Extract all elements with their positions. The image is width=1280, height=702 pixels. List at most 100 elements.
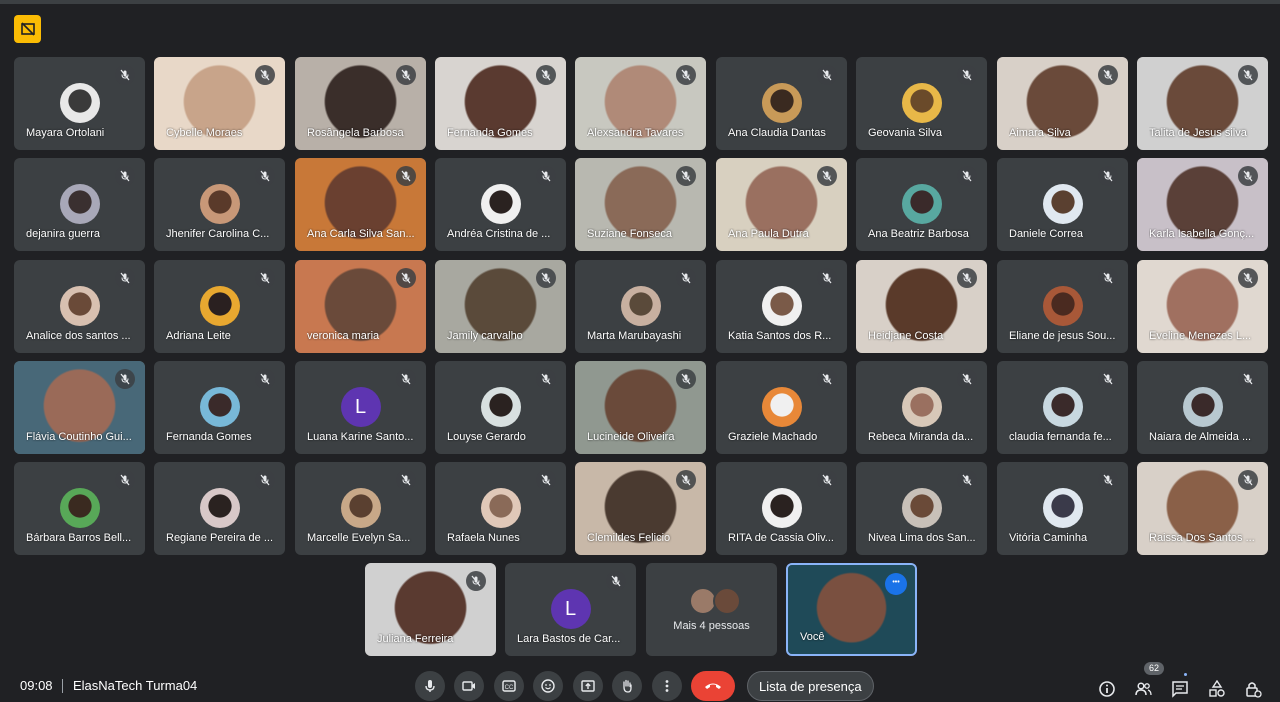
info-icon[interactable] (1097, 679, 1117, 699)
participant-tile[interactable]: Katia Santos dos R... (716, 260, 847, 353)
participant-tile[interactable]: Alexsandra Tavares (575, 57, 706, 150)
mic-muted-icon (115, 65, 135, 85)
participant-name: Mayara Ortolani (26, 127, 105, 139)
emoji-button[interactable] (533, 671, 563, 701)
mic-muted-icon (817, 268, 837, 288)
participant-tile[interactable]: Analice dos santos ... (14, 260, 145, 353)
avatar (761, 286, 802, 326)
participant-tile[interactable]: Ana Beatriz Barbosa (856, 158, 987, 251)
mic-muted-icon (676, 166, 696, 186)
mic-muted-icon (466, 571, 486, 591)
mic-muted-icon (957, 369, 977, 389)
participant-tile[interactable]: Ana Claudia Dantas (716, 57, 847, 150)
participant-tile[interactable]: Fernanda Gomes (435, 57, 566, 150)
participant-tile[interactable]: Lucineide Oliveira (575, 361, 706, 454)
participant-tile[interactable]: Eliane de jesus Sou... (997, 260, 1128, 353)
participant-tile[interactable]: Karla Isabella Gonç... (1137, 158, 1268, 251)
participant-tile[interactable]: Suziane Fonseca (575, 158, 706, 251)
avatar (1042, 488, 1083, 528)
participant-tile[interactable]: claudia fernanda fe... (997, 361, 1128, 454)
participant-tile[interactable]: Eveline Menezes L... (1137, 260, 1268, 353)
mic-muted-icon (676, 369, 696, 389)
participant-tile[interactable]: Nivea Lima dos San... (856, 462, 987, 555)
participant-tile[interactable]: Adriana Leite (154, 260, 285, 353)
participant-tile[interactable]: Ana Carla Silva San... (295, 158, 426, 251)
participant-tile[interactable]: Clemildes Felicio (575, 462, 706, 555)
more-options-button[interactable] (652, 671, 682, 701)
participant-name: Luana Karine Santo... (307, 431, 414, 443)
avatar (1182, 387, 1223, 427)
participant-tile[interactable]: Rosângela Barbosa (295, 57, 426, 150)
mic-button[interactable] (415, 671, 445, 701)
participant-tile[interactable]: ••• Você (786, 563, 917, 656)
attendance-list-label: Lista de presença (759, 678, 862, 694)
participant-name: Bárbara Barros Bell... (26, 532, 132, 544)
participant-tile[interactable]: Aimara Silva (997, 57, 1128, 150)
chat-notification-dot (1184, 673, 1187, 676)
participant-tile[interactable]: Ana Paula Dutra (716, 158, 847, 251)
camera-button[interactable] (454, 671, 484, 701)
activities-icon[interactable] (1207, 679, 1227, 699)
end-call-button[interactable] (691, 671, 735, 701)
present-button[interactable] (573, 671, 603, 701)
more-options-icon (665, 680, 669, 692)
participant-tile[interactable]: Talita de Jesus silva (1137, 57, 1268, 150)
participant-tile[interactable]: Marcelle Evelyn Sa... (295, 462, 426, 555)
participant-tile[interactable]: Fernanda Gomes (154, 361, 285, 454)
participant-name: Flávia Coutinho Gui... (26, 431, 132, 443)
participant-name: Ana Carla Silva San... (307, 228, 415, 240)
attendance-list-button[interactable]: Lista de presença (747, 671, 874, 701)
tile-options-button[interactable]: ••• (885, 573, 907, 595)
participant-tile[interactable]: Louyse Gerardo (435, 361, 566, 454)
participant-tile[interactable]: Graziele Machado (716, 361, 847, 454)
participant-tile[interactable]: Geovania Silva (856, 57, 987, 150)
participant-tile[interactable]: Jamily carvalho (435, 260, 566, 353)
avatar (761, 387, 802, 427)
participant-name: claudia fernanda fe... (1009, 431, 1112, 443)
participant-tile[interactable]: Rafaela Nunes (435, 462, 566, 555)
avatar (1042, 184, 1083, 224)
participant-tile[interactable]: Raissa Dos Santos ... (1137, 462, 1268, 555)
participant-tile[interactable]: Regiane Pereira de ... (154, 462, 285, 555)
participant-name: Talita de Jesus silva (1149, 127, 1247, 139)
participant-name: Ana Claudia Dantas (728, 127, 826, 139)
participant-name: Alexsandra Tavares (587, 127, 684, 139)
participant-tile[interactable]: Vitória Caminha (997, 462, 1128, 555)
participant-name: Daniele Correa (1009, 228, 1083, 240)
captions-button[interactable]: CC (494, 671, 524, 701)
mic-muted-icon (255, 369, 275, 389)
participant-tile[interactable]: L Luana Karine Santo... (295, 361, 426, 454)
raise-hand-button[interactable] (612, 671, 642, 701)
participant-name: veronica maria (307, 330, 380, 342)
chat-icon[interactable] (1170, 679, 1190, 699)
participant-tile[interactable]: Andréa Cristina de ... (435, 158, 566, 251)
mic-muted-icon (115, 268, 135, 288)
participant-tile[interactable]: Daniele Correa (997, 158, 1128, 251)
people-icon[interactable] (1133, 679, 1153, 699)
avatar (761, 488, 802, 528)
participant-tile[interactable]: Juliana Ferreira (365, 563, 496, 656)
host-controls-icon[interactable] (1243, 679, 1263, 699)
participant-tile[interactable]: Cybelle Moraes (154, 57, 285, 150)
participant-tile[interactable]: Mayara Ortolani (14, 57, 145, 150)
participant-tile[interactable]: Heidjane Costa (856, 260, 987, 353)
avatar (480, 488, 521, 528)
avatar (901, 184, 942, 224)
participant-tile[interactable]: L Lara Bastos de Car... (505, 563, 636, 656)
mic-muted-icon (536, 470, 556, 490)
participant-tile[interactable]: Mais 4 pessoas (646, 563, 777, 656)
participant-tile[interactable]: dejanira guerra (14, 158, 145, 251)
participant-tile[interactable]: veronica maria (295, 260, 426, 353)
mic-muted-icon (1098, 268, 1118, 288)
participant-tile[interactable]: Naiara de Almeida ... (1137, 361, 1268, 454)
participant-tile[interactable]: Bárbara Barros Bell... (14, 462, 145, 555)
participant-tile[interactable]: RITA de Cassia Oliv... (716, 462, 847, 555)
present-icon (581, 680, 595, 692)
participant-tile[interactable]: Flávia Coutinho Gui... (14, 361, 145, 454)
participant-tile[interactable]: Jhenifer Carolina C... (154, 158, 285, 251)
avatar (901, 83, 942, 123)
participant-tile[interactable]: Marta Marubayashi (575, 260, 706, 353)
mic-muted-icon (536, 166, 556, 186)
mic-muted-icon (255, 166, 275, 186)
participant-tile[interactable]: Rebeca Miranda da... (856, 361, 987, 454)
